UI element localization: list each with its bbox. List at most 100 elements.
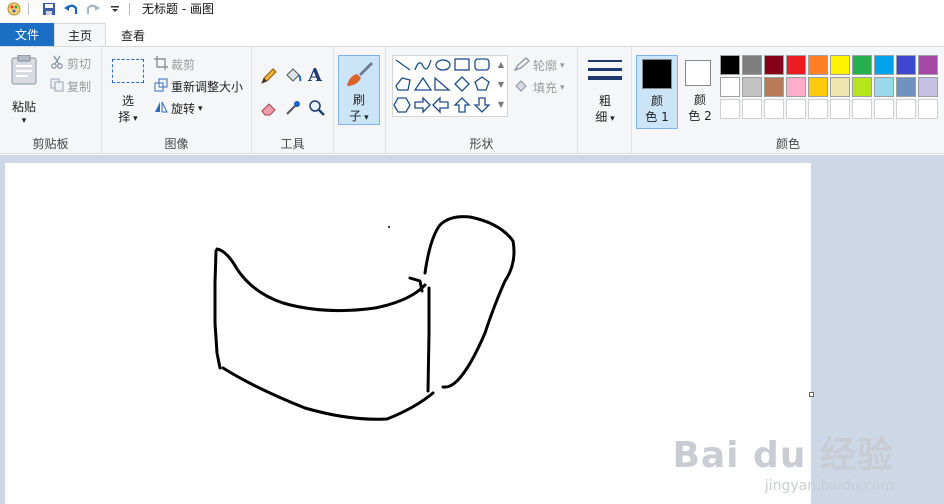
select-label-line2: 择 ▾	[108, 109, 148, 127]
crop-button[interactable]: 裁剪	[154, 56, 195, 73]
palette-custom-slot[interactable]	[874, 99, 894, 119]
pencil-icon[interactable]	[260, 67, 278, 88]
palette-color-swatch[interactable]	[918, 55, 938, 75]
palette-color-swatch[interactable]	[808, 77, 828, 97]
color-picker-icon[interactable]	[284, 99, 302, 120]
hexagon-shape-icon[interactable]	[393, 97, 411, 113]
rotate-button[interactable]: 旋转 ▾	[154, 100, 203, 117]
right-triangle-shape-icon[interactable]	[434, 76, 451, 91]
palette-color-swatch[interactable]	[786, 77, 806, 97]
shapes-gallery[interactable]	[392, 55, 508, 117]
image-group-label: 图像	[164, 137, 189, 151]
palette-color-swatch[interactable]	[786, 55, 806, 75]
colors-group-label: 颜色	[775, 137, 800, 151]
select-button[interactable]: 选 择 ▾	[108, 55, 148, 129]
arrow-up-shape-icon[interactable]	[453, 97, 471, 113]
diamond-shape-icon[interactable]	[454, 76, 470, 92]
chevron-down-icon: ▾	[361, 113, 369, 123]
fill-button[interactable]: 填充 ▾	[514, 79, 565, 96]
text-icon[interactable]: A	[308, 65, 322, 86]
rounded-rectangle-shape-icon[interactable]	[474, 58, 490, 71]
palette-color-swatch[interactable]	[764, 77, 784, 97]
color2-button[interactable]: 颜 色 2	[680, 55, 720, 129]
palette-custom-slot[interactable]	[808, 99, 828, 119]
arrow-down-shape-icon[interactable]	[473, 97, 491, 113]
colors-group: 颜 色 1 颜 色 2 颜色	[632, 47, 944, 154]
fill-bucket-icon[interactable]	[284, 67, 302, 88]
watermark-brand: Bai du 经验	[672, 435, 894, 476]
ribbon-tabs: 文件 主页 查看	[0, 23, 944, 47]
rotate-icon	[154, 100, 168, 117]
polygon-shape-icon[interactable]	[395, 77, 411, 91]
brushes-label-line2: 子 ▾	[339, 108, 379, 126]
fill-icon	[514, 79, 530, 96]
palette-color-swatch[interactable]	[720, 55, 740, 75]
palette-custom-slot[interactable]	[720, 99, 740, 119]
palette-color-swatch[interactable]	[918, 77, 938, 97]
palette-custom-slot[interactable]	[852, 99, 872, 119]
palette-custom-slot[interactable]	[918, 99, 938, 119]
stroke-left-edge	[213, 249, 222, 370]
size-label-line1: 粗	[598, 94, 611, 108]
magnifier-icon[interactable]	[308, 99, 326, 120]
palette-color-swatch[interactable]	[720, 77, 740, 97]
color2-label-line2: 色 2	[688, 109, 712, 123]
scroll-up-icon[interactable]: ▲	[495, 55, 507, 75]
pentagon-shape-icon[interactable]	[474, 76, 490, 91]
arrow-right-shape-icon[interactable]	[414, 96, 431, 114]
palette-color-swatch[interactable]	[742, 55, 762, 75]
palette-custom-slot[interactable]	[830, 99, 850, 119]
expand-gallery-icon[interactable]: ▼	[495, 95, 507, 115]
palette-color-swatch[interactable]	[808, 55, 828, 75]
triangle-shape-icon[interactable]	[413, 76, 433, 91]
palette-color-swatch[interactable]	[896, 77, 916, 97]
arrow-left-shape-icon[interactable]	[432, 96, 449, 114]
image-group: 选 择 ▾ 裁剪 重新调整大小 旋转 ▾ 图像	[102, 47, 252, 154]
eraser-icon[interactable]	[260, 99, 278, 120]
shapes-scrollbar[interactable]: ▲ ▼ ▼	[495, 55, 507, 117]
palette-custom-slot[interactable]	[896, 99, 916, 119]
tab-view[interactable]: 查看	[110, 23, 156, 47]
brushes-button[interactable]: 刷 子 ▾	[338, 55, 380, 125]
palette-color-swatch[interactable]	[896, 55, 916, 75]
palette-custom-slot[interactable]	[786, 99, 806, 119]
palette-color-swatch[interactable]	[874, 77, 894, 97]
palette-custom-slot[interactable]	[742, 99, 762, 119]
scissors-icon	[50, 55, 64, 72]
tab-home[interactable]: 主页	[54, 23, 106, 47]
save-icon[interactable]	[41, 2, 57, 16]
undo-icon[interactable]	[63, 2, 79, 16]
cut-button[interactable]: 剪切	[50, 55, 91, 72]
paste-button[interactable]: 粘贴 ▾	[6, 53, 42, 129]
window-title: 无标题 - 画图	[142, 2, 214, 16]
palette-custom-slot[interactable]	[764, 99, 784, 119]
color1-label-line1: 颜	[650, 94, 663, 108]
resize-button[interactable]: 重新调整大小	[154, 78, 243, 95]
separator	[129, 2, 130, 15]
size-button[interactable]: 粗 细 ▾	[584, 55, 626, 129]
color1-button[interactable]: 颜 色 1	[636, 55, 678, 129]
copy-button[interactable]: 复制	[50, 78, 91, 95]
canvas-resize-handle[interactable]	[809, 392, 814, 397]
curve-shape-icon[interactable]	[414, 59, 432, 71]
outline-button[interactable]: 轮廓 ▾	[513, 57, 565, 74]
tools-group-label: 工具	[280, 137, 305, 151]
oval-shape-icon[interactable]	[435, 59, 451, 71]
tab-file[interactable]: 文件	[0, 23, 54, 46]
palette-color-swatch[interactable]	[830, 55, 850, 75]
rectangle-shape-icon[interactable]	[454, 58, 470, 71]
line-shape-icon[interactable]	[395, 59, 411, 71]
palette-color-swatch[interactable]	[852, 77, 872, 97]
customize-toolbar-icon[interactable]	[107, 2, 123, 16]
ribbon: 粘贴 ▾ 剪切 复制 剪贴板 选 择 ▾ 裁剪 重新调整大小 旋转 ▾ 图像 A…	[0, 46, 944, 154]
palette-color-swatch[interactable]	[742, 77, 762, 97]
palette-color-swatch[interactable]	[830, 77, 850, 97]
palette-color-swatch[interactable]	[764, 55, 784, 75]
stroke-arrowhead	[408, 276, 424, 293]
palette-color-swatch[interactable]	[852, 55, 872, 75]
clipboard-group-label: 剪贴板	[32, 137, 69, 151]
paint-app-icon[interactable]	[6, 2, 22, 16]
palette-color-swatch[interactable]	[874, 55, 894, 75]
redo-icon[interactable]	[85, 2, 101, 16]
scroll-down-icon[interactable]: ▼	[495, 75, 507, 95]
